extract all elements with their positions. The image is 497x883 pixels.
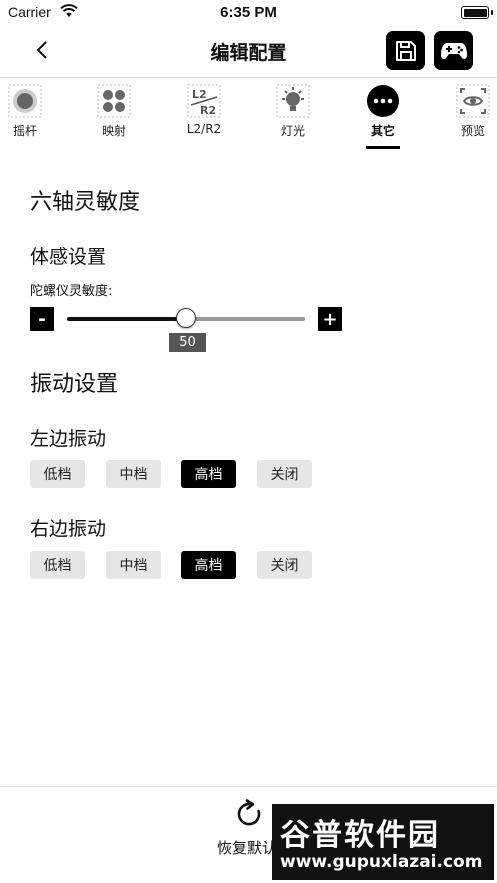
preview-icon [456,84,490,118]
l2-icon-text: L2 [192,88,207,101]
status-time: 6:35 PM [220,4,277,21]
left-vibration-off-button[interactable]: 关闭 [257,460,312,488]
light-icon [276,84,310,118]
gyro-slider-thumb[interactable] [176,308,196,328]
tab-light[interactable]: 灯光 [263,84,323,139]
left-vibration-label: 左边振动 [30,428,107,450]
tab-label: 映射 [101,124,126,138]
right-vibration-mid-button[interactable]: 中档 [106,551,161,579]
right-vibration-off-button[interactable]: 关闭 [257,551,312,579]
right-vibration-high-button[interactable]: 高档 [181,551,236,579]
left-vibration-high-button[interactable]: 高档 [181,460,236,488]
left-vibration-mid-button[interactable]: 中档 [106,460,161,488]
r2-icon-text: R2 [200,104,216,117]
tab-label: 预览 [460,124,485,138]
battery-icon [461,6,489,19]
right-vibration-low-button[interactable]: 低档 [30,551,85,579]
tab-label: L2/R2 [186,122,222,136]
nav-bar: 编辑配置 [0,26,497,78]
tab-label: 摇杆 [12,124,37,138]
tab-bar: 摇杆 映射 L2 R2 L2/R2 灯光 其它 预览 [0,80,497,152]
tab-mapping[interactable]: 映射 [84,84,144,139]
decrease-button[interactable]: - [30,307,54,331]
reset-icon[interactable] [234,799,264,829]
tab-label: 灯光 [280,124,305,138]
save-button[interactable] [386,31,425,70]
gyro-slider-fill [67,317,186,321]
l2r2-icon: L2 R2 [187,84,221,118]
gamepad-icon [440,42,467,59]
watermark: 谷普软件园 www.gupuxlazai.com [272,804,494,880]
six-axis-heading: 六轴灵敏度 [30,190,141,215]
tab-l2r2[interactable]: L2 R2 L2/R2 [174,84,234,136]
gyro-value-badge: 50 [169,333,206,352]
watermark-title: 谷普软件园 [280,818,440,853]
increase-button[interactable]: + [318,307,342,331]
motion-settings-heading: 体感设置 [30,246,107,268]
joystick-icon [8,84,42,118]
gamepad-button[interactable] [434,31,473,70]
battery-tip [491,10,493,15]
more-icon [366,84,400,118]
right-vibration-label: 右边振动 [30,518,107,540]
vibration-heading: 振动设置 [30,372,119,397]
tab-other[interactable]: 其它 [353,84,413,139]
left-vibration-low-button[interactable]: 低档 [30,460,85,488]
reset-default-button[interactable]: 恢复默认 [217,837,277,858]
mapping-icon [97,84,131,118]
tab-preview[interactable]: 预览 [443,84,497,139]
status-bar: Carrier 6:35 PM [0,0,497,26]
tab-label: 其它 [370,124,395,138]
watermark-url: www.gupuxlazai.com [280,852,483,872]
save-icon [395,40,416,61]
gyro-sensitivity-label: 陀螺仪灵敏度: [30,284,113,299]
tab-joystick[interactable]: 摇杆 [0,84,55,139]
active-tab-indicator [366,146,400,149]
